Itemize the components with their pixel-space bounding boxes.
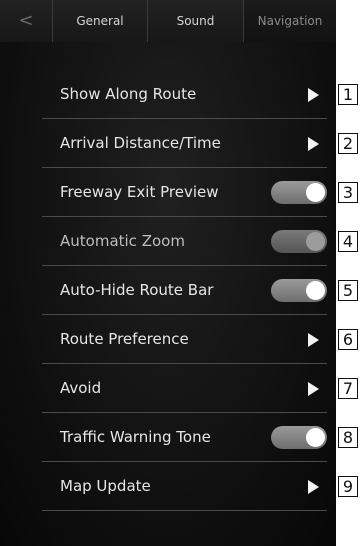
tab-sound[interactable]: Sound <box>147 0 243 42</box>
setting-label: Arrival Distance/Time <box>60 134 221 152</box>
setting-row-map-update[interactable]: Map Update <box>42 462 327 511</box>
callout-6: 6 <box>338 329 358 350</box>
setting-row-avoid[interactable]: Avoid <box>42 364 327 413</box>
chevron-right-icon <box>308 137 319 151</box>
chevron-right-icon <box>308 382 319 396</box>
setting-row-show-along-route[interactable]: Show Along Route <box>42 70 327 119</box>
setting-label: Avoid <box>60 379 102 397</box>
setting-label: Automatic Zoom <box>60 232 185 250</box>
callout-8: 8 <box>338 427 358 448</box>
tab-general[interactable]: General <box>52 0 147 42</box>
setting-label: Freeway Exit Preview <box>60 183 219 201</box>
callout-1: 1 <box>338 84 358 105</box>
chevron-right-icon <box>308 333 319 347</box>
navigation-settings-screen: < General Sound Navigation > Show Along … <box>0 0 336 546</box>
toggle-knob <box>306 183 325 202</box>
tab-navigation[interactable]: Navigation <box>243 0 336 42</box>
toggle-knob <box>306 428 325 447</box>
freeway-exit-preview-toggle[interactable] <box>271 181 327 204</box>
setting-label: Traffic Warning Tone <box>60 428 211 446</box>
tab-prev-arrow-icon[interactable]: < <box>0 0 52 42</box>
setting-row-auto-hide-route-bar: Auto-Hide Route Bar <box>42 266 327 315</box>
auto-hide-route-bar-toggle[interactable] <box>271 279 327 302</box>
setting-label: Auto-Hide Route Bar <box>60 281 214 299</box>
tab-bar: < General Sound Navigation <box>0 0 336 42</box>
setting-row-automatic-zoom: Automatic Zoom <box>42 217 327 266</box>
setting-label: Show Along Route <box>60 85 197 103</box>
automatic-zoom-toggle[interactable] <box>271 230 327 253</box>
chevron-right-icon <box>308 480 319 494</box>
setting-row-arrival-distance-time[interactable]: Arrival Distance/Time <box>42 119 327 168</box>
callout-3: 3 <box>338 182 358 203</box>
callout-5: 5 <box>338 280 358 301</box>
toggle-knob <box>306 232 325 251</box>
callout-4: 4 <box>338 231 358 252</box>
setting-row-traffic-warning-tone: Traffic Warning Tone <box>42 413 327 462</box>
setting-row-freeway-exit-preview: Freeway Exit Preview <box>42 168 327 217</box>
traffic-warning-tone-toggle[interactable] <box>271 426 327 449</box>
chevron-right-icon <box>308 88 319 102</box>
setting-row-route-preference[interactable]: Route Preference <box>42 315 327 364</box>
toggle-knob <box>306 281 325 300</box>
setting-label: Map Update <box>60 477 151 495</box>
callout-2: 2 <box>338 133 358 154</box>
setting-label: Route Preference <box>60 330 189 348</box>
callout-9: 9 <box>338 476 358 497</box>
callout-7: 7 <box>338 378 358 399</box>
